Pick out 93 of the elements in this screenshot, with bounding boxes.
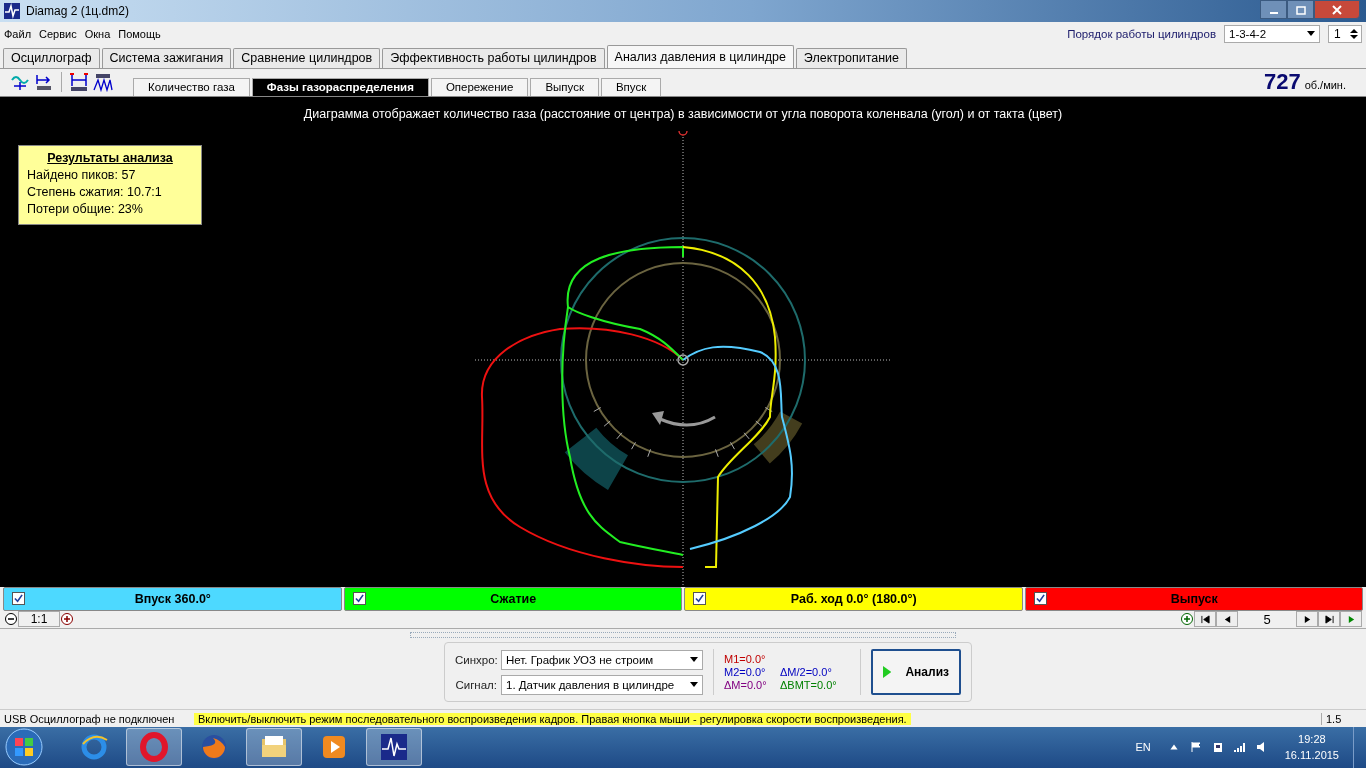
next-icon — [1302, 614, 1312, 624]
results-line: Найдено пиков: 57 — [27, 166, 137, 184]
subtab[interactable]: Впуск — [600, 77, 662, 96]
tab[interactable]: Эффективность работы цилиндров — [382, 47, 605, 68]
status-value: 1.5 — [1321, 712, 1366, 725]
results-line: Степень сжатия: 10.7:1 — [27, 183, 163, 201]
phase-checkbox[interactable] — [693, 592, 706, 605]
numbering-tool-icon[interactable] — [34, 72, 54, 93]
phase-checkbox[interactable] — [1033, 592, 1047, 605]
marker-reading: ΔBMT=0.0° — [780, 679, 838, 692]
app-icon — [4, 2, 20, 19]
top-dead-center-marker — [678, 130, 688, 136]
caret-icon — [1307, 31, 1315, 37]
next-frame-button[interactable] — [1296, 611, 1318, 628]
results-title: Результаты анализа — [46, 149, 174, 167]
zoom-out-icon[interactable] — [4, 612, 18, 627]
folder-taskbar-icon[interactable] — [246, 728, 302, 767]
subtab[interactable]: Опережение — [430, 77, 529, 96]
results-line: Потери общие: 23% — [27, 200, 144, 218]
status-text: USB Осциллограф не подключен — [3, 712, 176, 725]
minimize-button[interactable] — [1260, 0, 1287, 19]
rpm-value: 727 — [1263, 69, 1301, 96]
phase-checkbox[interactable] — [352, 592, 366, 605]
minimize-icon — [1269, 12, 1278, 14]
window-title: Diamag 2 (1ц.dm2) — [26, 3, 129, 18]
device-icon[interactable] — [1211, 741, 1224, 754]
status-hint: Включить/выключить режим последовательного воспроизведения кадров. Правая кнопка мыши - регулировка скорости воспроизведения. — [194, 712, 911, 725]
add-frame-icon[interactable] — [1180, 612, 1194, 627]
menu-item[interactable]: Помощь — [118, 27, 161, 40]
phase-label: Раб. ход 0.0° (180.0°) — [789, 591, 918, 606]
maximize-icon — [1295, 4, 1306, 15]
tab[interactable]: Осциллограф — [3, 47, 100, 68]
close-icon — [1332, 4, 1342, 15]
inlet-sector — [564, 427, 628, 490]
subtab[interactable]: Выпуск — [530, 77, 599, 96]
tab[interactable]: Система зажигания — [101, 47, 232, 68]
auto-marker-icon[interactable] — [69, 72, 89, 93]
exhaust-sector — [753, 411, 803, 464]
phase-bar[interactable]: Раб. ход 0.0° (180.0°) — [684, 586, 1023, 611]
signal-label: Сигнал: — [455, 678, 497, 691]
phase-checkbox[interactable] — [12, 592, 25, 605]
skip-forward-icon — [1324, 614, 1334, 624]
rpm-unit: об./мин. — [1304, 78, 1346, 91]
phase-label: Сжатие — [489, 591, 538, 606]
last-frame-button[interactable] — [1318, 611, 1340, 628]
caret-icon — [690, 682, 698, 688]
marker-reading: ΔM/2=0.0° — [780, 666, 833, 679]
maximize-button[interactable] — [1287, 0, 1314, 19]
language-indicator[interactable]: EN — [1135, 741, 1151, 754]
phase-bar[interactable]: Впуск 360.0° — [3, 586, 342, 611]
subtab[interactable]: Фазы газораспределения — [251, 77, 429, 96]
flag-icon[interactable] — [1189, 741, 1202, 754]
tab[interactable]: Анализ давления в цилиндре — [606, 44, 794, 68]
skip-back-icon — [1200, 614, 1210, 624]
diagram-caption: Диаграмма отображает количество газа (расстояние от центра) в зависимости от угла поворота коленвала (угол) и от такта (цвет) — [302, 105, 1064, 121]
tab[interactable]: Электропитание — [795, 47, 908, 68]
caret-icon — [690, 657, 698, 663]
sync-label: Синхро: — [455, 653, 497, 666]
clock-date[interactable]: 16.11.2015 — [1284, 747, 1339, 764]
marker-reading: M1=0.0° — [724, 653, 767, 666]
frame-number: 5 — [1262, 611, 1272, 627]
start-button[interactable] — [4, 727, 44, 768]
sync-dropdown[interactable]: Нет. График УОЗ не строим — [501, 649, 703, 670]
cylinder-spinner[interactable]: 1 — [1328, 24, 1362, 43]
play-icon — [883, 664, 892, 681]
peaks-tool-icon[interactable] — [93, 72, 113, 93]
rotation-arrow — [652, 410, 716, 427]
signal-dropdown[interactable]: 1. Датчик давления в цилиндре — [501, 674, 703, 695]
analyze-button[interactable]: Анализ — [871, 649, 961, 696]
marker-reading: M2=0.0° — [724, 666, 767, 679]
menu-item[interactable]: Окна — [84, 27, 111, 40]
center-marker — [677, 353, 689, 366]
menu-item[interactable]: Файл — [4, 27, 32, 40]
first-frame-button[interactable] — [1194, 611, 1216, 628]
phase-bar[interactable]: Выпуск — [1024, 586, 1363, 611]
cylinder-order-label: Порядок работы цилиндров — [1067, 27, 1216, 40]
play-button[interactable] — [1340, 611, 1362, 628]
close-button[interactable] — [1314, 0, 1360, 19]
signal-icon[interactable] — [1233, 741, 1246, 754]
zoom-level: 1:1 — [18, 611, 60, 628]
subtab[interactable]: Количество газа — [133, 77, 250, 96]
play-icon — [1346, 614, 1356, 624]
phase-label: Выпуск — [1169, 591, 1219, 606]
tab[interactable]: Сравнение цилиндров — [233, 47, 381, 68]
phase-label: Впуск 360.0° — [133, 591, 212, 606]
zoom-in-icon[interactable] — [60, 612, 74, 627]
menu-item[interactable]: Сервис — [39, 27, 77, 40]
clock-time[interactable]: 19:28 — [1298, 731, 1326, 748]
previous-icon — [1222, 614, 1232, 624]
cylinder-order-dropdown[interactable]: 1-3-4-2 — [1224, 24, 1320, 43]
marker-reading: ΔM=0.0° — [724, 679, 768, 692]
previous-frame-button[interactable] — [1216, 611, 1238, 628]
phase-bar[interactable]: Сжатие — [343, 586, 682, 611]
